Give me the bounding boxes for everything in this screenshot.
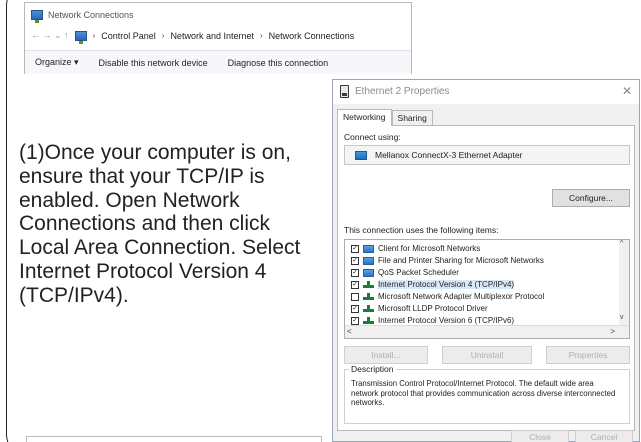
nc-titlebar: Network Connections bbox=[31, 10, 134, 23]
list-item[interactable]: ✓ Microsoft LLDP Protocol Driver bbox=[351, 303, 488, 314]
description-legend: Description bbox=[349, 364, 396, 374]
item-label: File and Printer Sharing for Microsoft N… bbox=[378, 256, 544, 265]
protocol-icon bbox=[363, 281, 374, 288]
checkbox-checked[interactable]: ✓ bbox=[351, 316, 359, 325]
horizontal-scrollbar[interactable]: < > bbox=[345, 325, 629, 338]
ethernet-icon bbox=[340, 85, 349, 98]
networking-panel: Connect using: Mellanox ConnectX-3 Ether… bbox=[337, 125, 635, 431]
breadcrumb-control-panel[interactable]: Control Panel bbox=[101, 31, 156, 41]
checkbox-checked[interactable]: ✓ bbox=[351, 280, 359, 289]
control-panel-icon bbox=[74, 30, 87, 44]
tab-networking[interactable]: Networking bbox=[337, 109, 392, 126]
dialog-titlebar: Ethernet 2 Properties ✕ bbox=[333, 80, 639, 104]
scroll-left-arrow[interactable]: < bbox=[347, 327, 352, 336]
scroll-right-arrow[interactable]: > bbox=[610, 327, 615, 336]
adapter-name: Mellanox ConnectX-3 Ethernet Adapter bbox=[375, 150, 523, 160]
connect-using-label: Connect using: bbox=[344, 132, 401, 142]
install-button[interactable]: Install... bbox=[344, 346, 428, 364]
list-item[interactable]: ✓ File and Printer Sharing for Microsoft… bbox=[351, 255, 544, 266]
properties-button[interactable]: Properties bbox=[546, 346, 630, 364]
network-connections-icon bbox=[31, 10, 43, 23]
checkbox-checked[interactable]: ✓ bbox=[351, 256, 359, 265]
partial-window bbox=[26, 436, 322, 442]
list-item[interactable]: ✓ QoS Packet Scheduler bbox=[351, 267, 459, 278]
disable-device-button[interactable]: Disable this network device bbox=[99, 58, 208, 68]
list-item[interactable]: Microsoft Network Adapter Multiplexor Pr… bbox=[351, 291, 544, 302]
items-list[interactable]: ✓ Client for Microsoft Networks ✓ File a… bbox=[344, 239, 630, 339]
network-connections-window: Network Connections ← → ⌄ ↑ › Control Pa… bbox=[24, 2, 412, 74]
client-icon bbox=[363, 268, 374, 277]
checkbox-checked[interactable]: ✓ bbox=[351, 304, 359, 313]
protocol-icon bbox=[363, 317, 374, 324]
breadcrumb-network-and-internet[interactable]: Network and Internet bbox=[170, 31, 254, 41]
breadcrumb-network-connections[interactable]: Network Connections bbox=[269, 31, 355, 41]
protocol-icon bbox=[363, 293, 374, 300]
dialog-title: Ethernet 2 Properties bbox=[355, 86, 450, 97]
item-label: Internet Protocol Version 6 (TCP/IPv6) bbox=[378, 316, 515, 325]
items-label: This connection uses the following items… bbox=[344, 225, 499, 235]
ethernet-properties-dialog: Ethernet 2 Properties ✕ Networking Shari… bbox=[332, 79, 640, 442]
list-item-selected[interactable]: ✓ Internet Protocol Version 4 (TCP/IPv4) bbox=[351, 279, 515, 290]
configure-button[interactable]: Configure... bbox=[552, 189, 630, 207]
scroll-up-arrow[interactable]: ^ bbox=[620, 240, 623, 247]
breadcrumb-separator: › bbox=[161, 31, 165, 40]
description-group: Description Transmission Control Protoco… bbox=[344, 364, 630, 424]
adapter-icon bbox=[355, 150, 367, 160]
address-bar[interactable]: ← → ⌄ ↑ › Control Panel › Network and In… bbox=[31, 30, 355, 44]
client-icon bbox=[363, 244, 374, 253]
checkbox-checked[interactable]: ✓ bbox=[351, 268, 359, 277]
checkbox-checked[interactable]: ✓ bbox=[351, 244, 359, 253]
protocol-icon bbox=[363, 305, 374, 312]
list-item[interactable]: ✓ Client for Microsoft Networks bbox=[351, 243, 480, 254]
cancel-button[interactable]: Cancel bbox=[575, 430, 633, 442]
breadcrumb-separator: › bbox=[92, 31, 96, 40]
item-label: QoS Packet Scheduler bbox=[378, 268, 459, 277]
vertical-scrollbar[interactable]: ^ v bbox=[619, 240, 629, 327]
close-button[interactable]: Close bbox=[511, 430, 569, 442]
page-frame: Network Connections ← → ⌄ ↑ › Control Pa… bbox=[0, 0, 641, 442]
scroll-down-arrow[interactable]: v bbox=[620, 314, 624, 321]
item-label: Microsoft Network Adapter Multiplexor Pr… bbox=[378, 292, 545, 301]
item-label: Microsoft LLDP Protocol Driver bbox=[378, 304, 488, 313]
item-label: Internet Protocol Version 4 (TCP/IPv4) bbox=[378, 280, 515, 289]
nc-toolbar: Organize ▾ Disable this network device D… bbox=[25, 50, 411, 74]
nc-window-title: Network Connections bbox=[48, 10, 134, 20]
uninstall-button[interactable]: Uninstall bbox=[442, 346, 532, 364]
item-label: Client for Microsoft Networks bbox=[378, 244, 481, 253]
diagnose-connection-button[interactable]: Diagnose this connection bbox=[228, 58, 329, 68]
checkbox-unchecked[interactable] bbox=[351, 292, 359, 301]
organize-menu[interactable]: Organize ▾ bbox=[35, 57, 79, 68]
breadcrumb-separator: › bbox=[259, 31, 263, 40]
nav-arrows[interactable]: ← → ⌄ ↑ bbox=[31, 30, 69, 41]
close-icon[interactable]: ✕ bbox=[622, 84, 632, 98]
description-text: Transmission Control Protocol/Internet P… bbox=[351, 379, 616, 407]
adapter-field: Mellanox ConnectX-3 Ethernet Adapter bbox=[344, 145, 630, 165]
instruction-text: (1)Once your computer is on, ensure that… bbox=[19, 141, 301, 307]
client-icon bbox=[363, 256, 374, 265]
